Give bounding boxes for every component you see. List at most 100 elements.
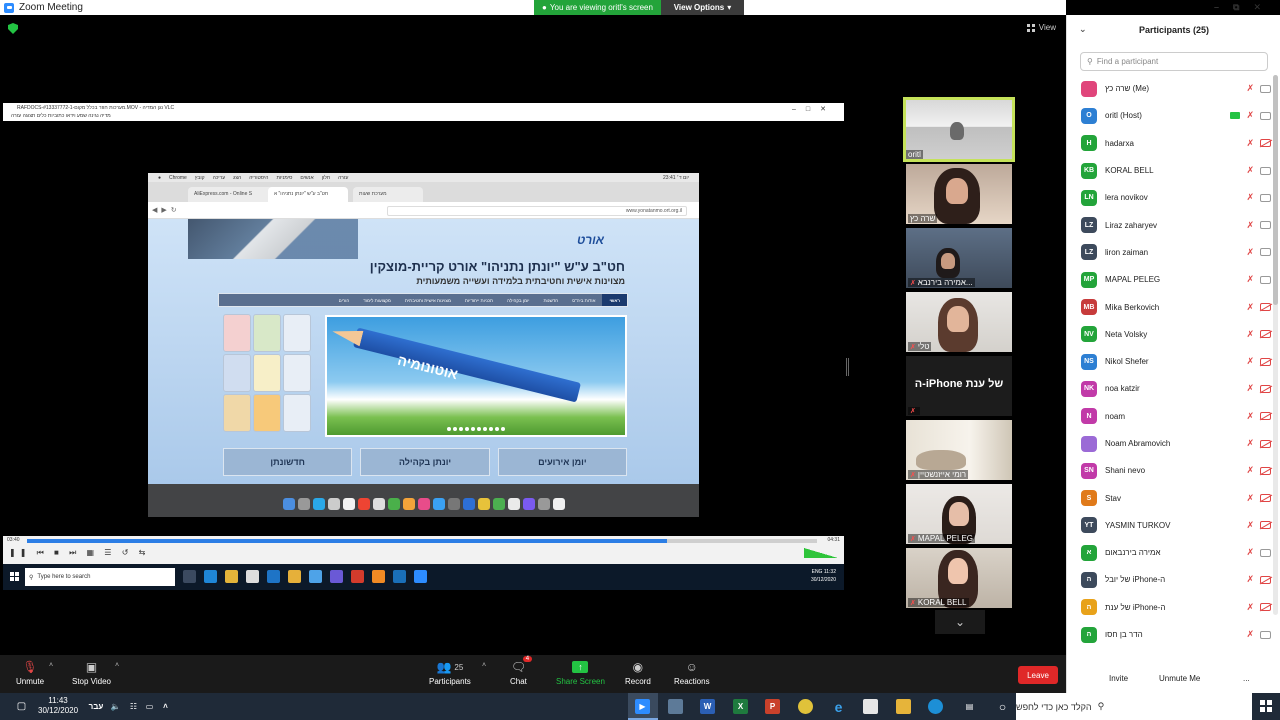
participant-row[interactable]: שרה כץ (Me) ✗	[1067, 75, 1273, 102]
audio-options-caret[interactable]: ˄	[49, 662, 53, 669]
participant-row[interactable]: Ooritl (Host) ✗	[1067, 102, 1273, 129]
video-tile-anat-iphone[interactable]: של ענת iPhone-ה ✗	[906, 356, 1012, 416]
site-title: חט"ב ע"ש "יונתן נתניהו" אורט קריית-מוצקי…	[369, 259, 625, 274]
participant-row[interactable]: ה הדר בן חסו ✗	[1067, 621, 1273, 648]
participant-row[interactable]: Nnoam ✗	[1067, 403, 1273, 430]
battery-icon[interactable]: ▭	[142, 699, 157, 714]
zoom-app-icon[interactable]: ▶	[635, 699, 650, 714]
participant-row[interactable]: MB Mika Berkovich ✗	[1067, 293, 1273, 320]
encryption-shield-icon[interactable]	[8, 23, 18, 34]
network-icon[interactable]: ☷	[126, 699, 141, 714]
notifications-icon[interactable]: ▢	[14, 699, 29, 714]
participant-row[interactable]: LZ Liraz zaharyev ✗	[1067, 211, 1273, 238]
chrome-tab-schedule: מערכת שעות	[353, 187, 423, 202]
task-view-icon[interactable]: ▤	[962, 699, 977, 714]
participant-row[interactable]: ה של יובל iPhone-ה ✗	[1067, 566, 1273, 593]
screen-sharing-icon	[1230, 112, 1241, 120]
word-icon[interactable]: W	[700, 699, 715, 714]
mic-muted-icon: ✗	[1246, 328, 1254, 339]
volume-icon[interactable]: 🔈	[108, 699, 123, 714]
reactions-button[interactable]: ☺ Reactions	[674, 660, 710, 686]
system-clock[interactable]: 11:43 30/12/2020	[38, 696, 78, 716]
video-tile-romi[interactable]: ✗ רומי אייזנשטיין	[906, 420, 1012, 480]
view-options-button[interactable]: View Options ▾	[661, 0, 744, 15]
participant-row[interactable]: LZ liron zaiman ✗	[1067, 239, 1273, 266]
language-indicator[interactable]: עבר	[86, 699, 106, 714]
tray-expand-icon[interactable]: ˄	[158, 699, 173, 714]
record-button[interactable]: ◉ Record	[625, 660, 651, 686]
cortana-icon[interactable]: ○	[995, 699, 1010, 714]
elapsed-time: 03:40	[7, 537, 20, 543]
view-button[interactable]: View	[1026, 23, 1056, 32]
video-tile-amira[interactable]: ✗ אמירה בירנבא...	[906, 228, 1012, 288]
video-tile-oritl[interactable]: oritl	[903, 97, 1015, 162]
remote-app-icon	[288, 570, 301, 583]
store-icon[interactable]	[863, 699, 878, 714]
participant-row[interactable]: א אמירה בירנבאום ✗	[1067, 539, 1273, 566]
participant-row[interactable]: Noam Abramovich ✗	[1067, 430, 1273, 457]
participant-row[interactable]: Hhadarxa ✗	[1067, 130, 1273, 157]
banner-art-image	[188, 219, 358, 259]
excel-icon[interactable]: X	[733, 699, 748, 714]
participants-options-caret[interactable]: ˄	[482, 662, 486, 669]
chrome-tab-strip: AliExpress.com - Online S חט"ב ע"ש "יונת…	[148, 182, 699, 202]
video-strip-scroll-down[interactable]: ⌄	[935, 610, 985, 634]
share-screen-button[interactable]: ↑ Share Screen	[556, 660, 605, 686]
ie-icon[interactable]: e	[831, 699, 846, 715]
mic-muted-icon: ✗	[1246, 465, 1254, 476]
stop-video-button[interactable]: ▣ Stop Video	[72, 660, 111, 686]
app-icon[interactable]	[668, 699, 683, 714]
mic-muted-icon: ✗	[1246, 383, 1254, 394]
participant-row[interactable]: LN lera novikov ✗	[1067, 184, 1273, 211]
video-tile-tali[interactable]: ✗ טלי	[906, 292, 1012, 352]
participant-row[interactable]: SN Shani nevo ✗	[1067, 457, 1273, 484]
participant-row[interactable]: KB KORAL BELL ✗	[1067, 157, 1273, 184]
participant-avatar: SN	[1081, 462, 1097, 479]
participant-row[interactable]: NV Neta Volsky ✗	[1067, 321, 1273, 348]
find-participant-input[interactable]: ⚲ Find a participant	[1080, 52, 1268, 71]
participants-button[interactable]: 👥 25 Participants	[429, 660, 471, 686]
video-tile-mapal[interactable]: ✗ MAPAL PELEG	[906, 484, 1012, 544]
participant-row[interactable]: MP MAPAL PELEG ✗	[1067, 266, 1273, 293]
mic-muted-icon: ✗	[910, 408, 916, 415]
participants-panel-title: Participants (25)	[1138, 25, 1210, 35]
edge-icon[interactable]	[928, 699, 943, 714]
participant-row[interactable]: S Stav ✗	[1067, 484, 1273, 511]
vlc-volume-slider	[804, 548, 838, 558]
window-controls[interactable]: –⧉✕	[1214, 2, 1275, 13]
unmute-me-button[interactable]: Unmute Me	[1151, 670, 1208, 686]
participant-status-icons: ✗	[1246, 83, 1271, 94]
participant-row[interactable]: YT YASMIN TURKOV ✗	[1067, 512, 1273, 539]
participant-status-icons: ✗	[1246, 165, 1271, 176]
taskbar-search-box[interactable]: ⚲ הקלד כאן כדי לחפש	[1016, 693, 1252, 720]
more-options-button[interactable]: ...	[1235, 670, 1258, 686]
participant-status-icons: ✗	[1230, 110, 1271, 121]
video-camera-icon	[1260, 248, 1271, 257]
mac-menu-5: סימניות	[276, 174, 293, 181]
title-bar: Zoom Meeting	[0, 0, 1066, 15]
remote-clock-time: 11:32	[823, 569, 836, 575]
leave-button[interactable]: Leave	[1018, 666, 1058, 684]
video-tile-koral[interactable]: ✗ KORAL BELL	[906, 548, 1012, 608]
participant-row[interactable]: ה של ענת iPhone-ה ✗	[1067, 594, 1273, 621]
chrome-icon[interactable]	[798, 699, 813, 714]
windows-start-icon[interactable]	[1260, 700, 1272, 712]
file-explorer-icon[interactable]	[896, 699, 911, 714]
chat-button[interactable]: 🗨 4 Chat	[510, 656, 533, 686]
powerpoint-icon[interactable]: P	[765, 699, 780, 714]
participants-icon: 👥 25	[436, 660, 464, 674]
video-name-label: ✗ MAPAL PELEG	[908, 534, 976, 543]
mac-menu-0: Chrome	[169, 174, 187, 181]
unmute-button[interactable]: 🎙 Unmute	[16, 660, 44, 686]
participants-scrollbar[interactable]	[1273, 75, 1278, 615]
collapse-panel-chevron-icon[interactable]: ⌄	[1079, 24, 1087, 35]
participant-row[interactable]: NK noa katzir ✗	[1067, 375, 1273, 402]
mic-muted-icon: ✗	[1246, 192, 1254, 203]
invite-button[interactable]: Invite	[1101, 670, 1136, 686]
record-icon: ◉	[632, 660, 644, 674]
participant-row[interactable]: NS Nikol Shefer ✗	[1067, 348, 1273, 375]
video-options-caret[interactable]: ˄	[115, 662, 119, 669]
split-divider-handle[interactable]	[846, 358, 849, 376]
site-nav-4: תכניות ייחודיות	[464, 297, 494, 303]
video-tile-sara[interactable]: שרה כץ	[906, 164, 1012, 224]
